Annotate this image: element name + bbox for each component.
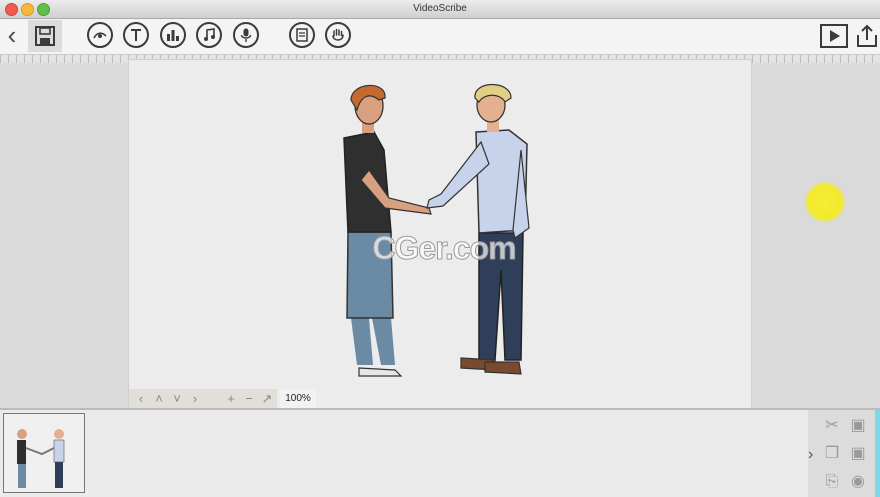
canvas-nav-bar: ‹ ˄ ˅ › + − ↗	[129, 389, 277, 408]
camera-set-icon[interactable]: ▣	[848, 444, 868, 464]
text-icon	[131, 29, 141, 41]
save-icon	[35, 26, 55, 46]
scene-canvas[interactable]: CGer.com	[129, 60, 751, 408]
nav-left-icon[interactable]: ‹	[133, 391, 149, 406]
add-image-button[interactable]	[87, 22, 113, 48]
properties-button[interactable]	[289, 22, 315, 48]
copy-icon[interactable]: ❐	[822, 444, 842, 464]
choose-hand-button[interactable]	[325, 22, 351, 48]
zoom-out-icon[interactable]: −	[241, 391, 257, 406]
cut-icon[interactable]: ✂	[822, 416, 842, 436]
hand-icon	[332, 28, 344, 41]
add-music-button[interactable]	[196, 22, 222, 48]
fit-icon[interactable]: ↗	[259, 391, 275, 407]
window-title: VideoScribe	[413, 3, 467, 14]
scene-thumbnail[interactable]	[3, 413, 85, 493]
nav-up-icon[interactable]: ˄	[151, 391, 167, 406]
document-icon	[296, 28, 308, 42]
back-button[interactable]: ‹	[2, 21, 22, 51]
title-bar: VideoScribe	[0, 0, 880, 19]
main-toolbar: ‹	[0, 19, 880, 55]
play-icon[interactable]	[820, 23, 848, 49]
microphone-icon	[240, 28, 252, 42]
add-voiceover-button[interactable]	[233, 22, 259, 48]
chart-icon	[167, 30, 179, 41]
nav-down-icon[interactable]: ˅	[169, 391, 185, 406]
timeline-scrollbar[interactable]	[875, 410, 880, 497]
expand-arrow-icon[interactable]: ›	[808, 446, 820, 464]
zoom-level: 100%	[280, 389, 316, 408]
watermark: CGer.com	[372, 230, 517, 267]
eye-icon[interactable]: ◉	[848, 472, 868, 492]
timeline-panel: › ✂ ❐ ⎘ ▣ ▣ ◉	[0, 408, 880, 497]
image-icon	[93, 32, 107, 39]
zoom-in-icon[interactable]: +	[223, 391, 239, 406]
add-chart-button[interactable]	[160, 22, 186, 48]
export-icon[interactable]	[855, 23, 879, 49]
music-icon	[204, 28, 215, 41]
camera-icon[interactable]: ▣	[848, 416, 868, 436]
nav-right-icon[interactable]: ›	[187, 391, 203, 406]
cursor-highlight	[805, 182, 845, 222]
add-text-button[interactable]	[123, 22, 149, 48]
paste-icon[interactable]: ⎘	[822, 472, 842, 492]
save-button[interactable]	[28, 20, 62, 52]
